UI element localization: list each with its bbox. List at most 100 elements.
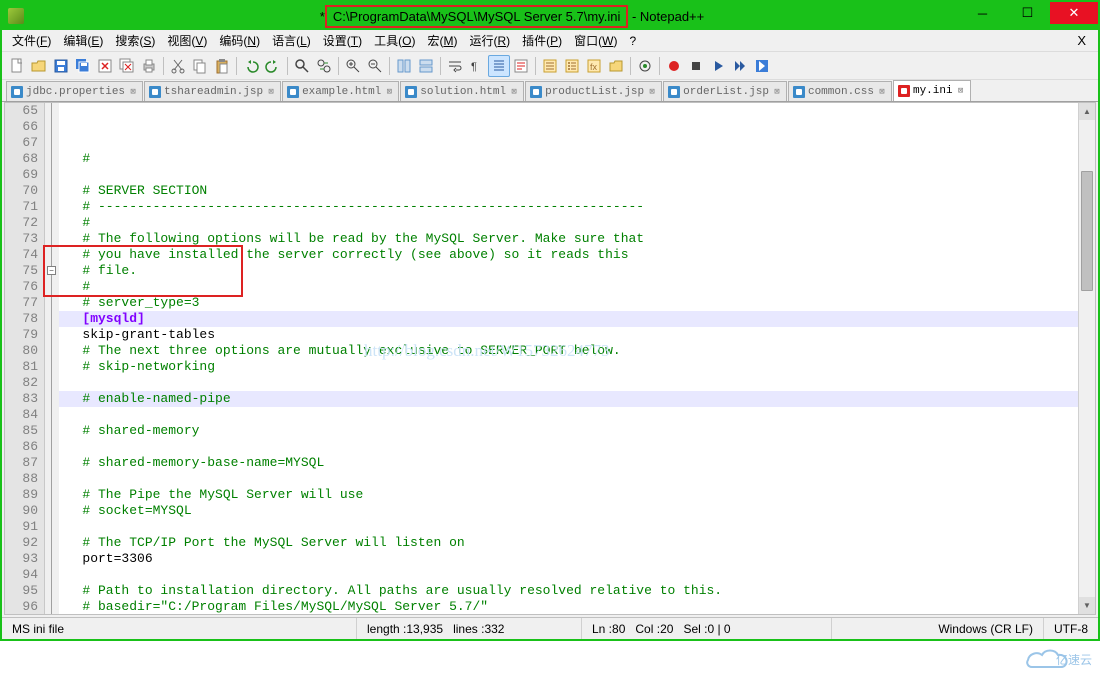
wordwrap-icon[interactable]	[444, 55, 466, 77]
save-icon[interactable]	[50, 55, 72, 77]
menu-O[interactable]: 工具(O)	[368, 30, 421, 51]
tab-common-css[interactable]: common.css⊠	[788, 81, 892, 101]
save-all-icon[interactable]	[72, 55, 94, 77]
tab-tshareadmin-jsp[interactable]: tshareadmin.jsp⊠	[144, 81, 281, 101]
tab-close-icon[interactable]: ⊠	[647, 87, 657, 97]
menu-F[interactable]: 文件(F)	[6, 30, 57, 51]
replace-icon[interactable]	[313, 55, 335, 77]
tab-orderList-jsp[interactable]: orderList.jsp⊠	[663, 81, 787, 101]
paste-icon[interactable]	[211, 55, 233, 77]
code-line[interactable]: # socket=MYSQL	[59, 503, 1078, 519]
code-line[interactable]: [mysqld]	[59, 311, 1078, 327]
code-line[interactable]	[59, 519, 1078, 535]
code-line[interactable]: #	[59, 151, 1078, 167]
userlang-icon[interactable]	[510, 55, 532, 77]
menu-W[interactable]: 窗口(W)	[568, 30, 623, 51]
code-line[interactable]: # file.	[59, 263, 1078, 279]
code-line[interactable]: # server_type=3	[59, 295, 1078, 311]
code-line[interactable]	[59, 471, 1078, 487]
tab-close-icon[interactable]: ⊠	[509, 87, 519, 97]
close-button[interactable]: ✕	[1050, 2, 1098, 24]
code-line[interactable]: # skip-networking	[59, 359, 1078, 375]
tab-close-icon[interactable]: ⊠	[128, 87, 138, 97]
code-line[interactable]	[59, 567, 1078, 583]
code-line[interactable]: # The Pipe the MySQL Server will use	[59, 487, 1078, 503]
tab-close-icon[interactable]: ⊠	[266, 87, 276, 97]
menu-T[interactable]: 设置(T)	[317, 30, 368, 51]
code-line[interactable]	[59, 167, 1078, 183]
menu-R[interactable]: 运行(R)	[463, 30, 516, 51]
tab-close-icon[interactable]: ⊠	[956, 86, 966, 96]
code-line[interactable]: # you have installed the server correctl…	[59, 247, 1078, 263]
play-icon[interactable]	[707, 55, 729, 77]
tab-close-icon[interactable]: ⊠	[877, 87, 887, 97]
code-line[interactable]: # Path to installation directory. All pa…	[59, 583, 1078, 599]
code-line[interactable]: # shared-memory-base-name=MYSQL	[59, 455, 1078, 471]
code-line[interactable]: # enable-named-pipe	[59, 391, 1078, 407]
record-icon[interactable]	[663, 55, 685, 77]
menu-N[interactable]: 编码(N)	[213, 30, 266, 51]
tab-close-icon[interactable]: ⊠	[384, 87, 394, 97]
show-all-chars-icon[interactable]: ¶	[466, 55, 488, 77]
code-line[interactable]: # The TCP/IP Port the MySQL Server will …	[59, 535, 1078, 551]
menubar-close-x[interactable]: X	[1069, 33, 1094, 48]
tab-example-html[interactable]: example.html⊠	[282, 81, 399, 101]
save-macro-icon[interactable]	[751, 55, 773, 77]
tab-jdbc-properties[interactable]: jdbc.properties⊠	[6, 81, 143, 101]
folder-view-icon[interactable]	[605, 55, 627, 77]
menu-M[interactable]: 宏(M)	[421, 30, 463, 51]
close-all-icon[interactable]	[116, 55, 138, 77]
minimize-button[interactable]: ─	[960, 2, 1005, 24]
tab-close-icon[interactable]: ⊠	[772, 87, 782, 97]
func-list-icon[interactable]: fx	[583, 55, 605, 77]
zoom-in-icon[interactable]	[342, 55, 364, 77]
code-line[interactable]: #	[59, 215, 1078, 231]
menu-L[interactable]: 语言(L)	[266, 30, 317, 51]
code-line[interactable]: # The following options will be read by …	[59, 231, 1078, 247]
scroll-thumb[interactable]	[1081, 171, 1093, 291]
zoom-out-icon[interactable]	[364, 55, 386, 77]
open-file-icon[interactable]	[28, 55, 50, 77]
doc-list-icon[interactable]	[561, 55, 583, 77]
sync-v-icon[interactable]	[393, 55, 415, 77]
indent-guide-icon[interactable]	[488, 55, 510, 77]
tab-productList-jsp[interactable]: productList.jsp⊠	[525, 81, 662, 101]
code-line[interactable]	[59, 375, 1078, 391]
find-icon[interactable]	[291, 55, 313, 77]
code-line[interactable]: # shared-memory	[59, 423, 1078, 439]
new-file-icon[interactable]	[6, 55, 28, 77]
code-area[interactable]: http://blog.csdn.net/W15732624773 # # SE…	[59, 103, 1078, 614]
code-line[interactable]	[59, 407, 1078, 423]
fold-toggle-icon[interactable]: −	[47, 266, 56, 275]
code-line[interactable]: port=3306	[59, 551, 1078, 567]
undo-icon[interactable]	[240, 55, 262, 77]
code-line[interactable]: # basedir="C:/Program Files/MySQL/MySQL …	[59, 599, 1078, 614]
vertical-scrollbar[interactable]: ▲ ▼	[1078, 103, 1095, 614]
code-line[interactable]: #	[59, 279, 1078, 295]
code-line[interactable]: # SERVER SECTION	[59, 183, 1078, 199]
code-line[interactable]: # The next three options are mutually ex…	[59, 343, 1078, 359]
close-file-icon[interactable]	[94, 55, 116, 77]
copy-icon[interactable]	[189, 55, 211, 77]
menu-?[interactable]: ?	[623, 32, 642, 50]
tab-solution-html[interactable]: solution.html⊠	[400, 81, 524, 101]
redo-icon[interactable]	[262, 55, 284, 77]
menu-P[interactable]: 插件(P)	[516, 30, 568, 51]
tab-my-ini[interactable]: my.ini⊠	[893, 80, 971, 101]
print-icon[interactable]	[138, 55, 160, 77]
code-line[interactable]	[59, 439, 1078, 455]
stop-icon[interactable]	[685, 55, 707, 77]
menu-S[interactable]: 搜索(S)	[109, 30, 161, 51]
monitor-icon[interactable]	[634, 55, 656, 77]
menu-E[interactable]: 编辑(E)	[57, 30, 109, 51]
sync-h-icon[interactable]	[415, 55, 437, 77]
maximize-button[interactable]: ☐	[1005, 2, 1050, 24]
code-line[interactable]: # --------------------------------------…	[59, 199, 1078, 215]
play-multi-icon[interactable]	[729, 55, 751, 77]
menu-V[interactable]: 视图(V)	[161, 30, 213, 51]
scroll-up-icon[interactable]: ▲	[1079, 103, 1095, 120]
cut-icon[interactable]	[167, 55, 189, 77]
doc-map-icon[interactable]	[539, 55, 561, 77]
scroll-down-icon[interactable]: ▼	[1079, 597, 1095, 614]
code-line[interactable]: skip-grant-tables	[59, 327, 1078, 343]
